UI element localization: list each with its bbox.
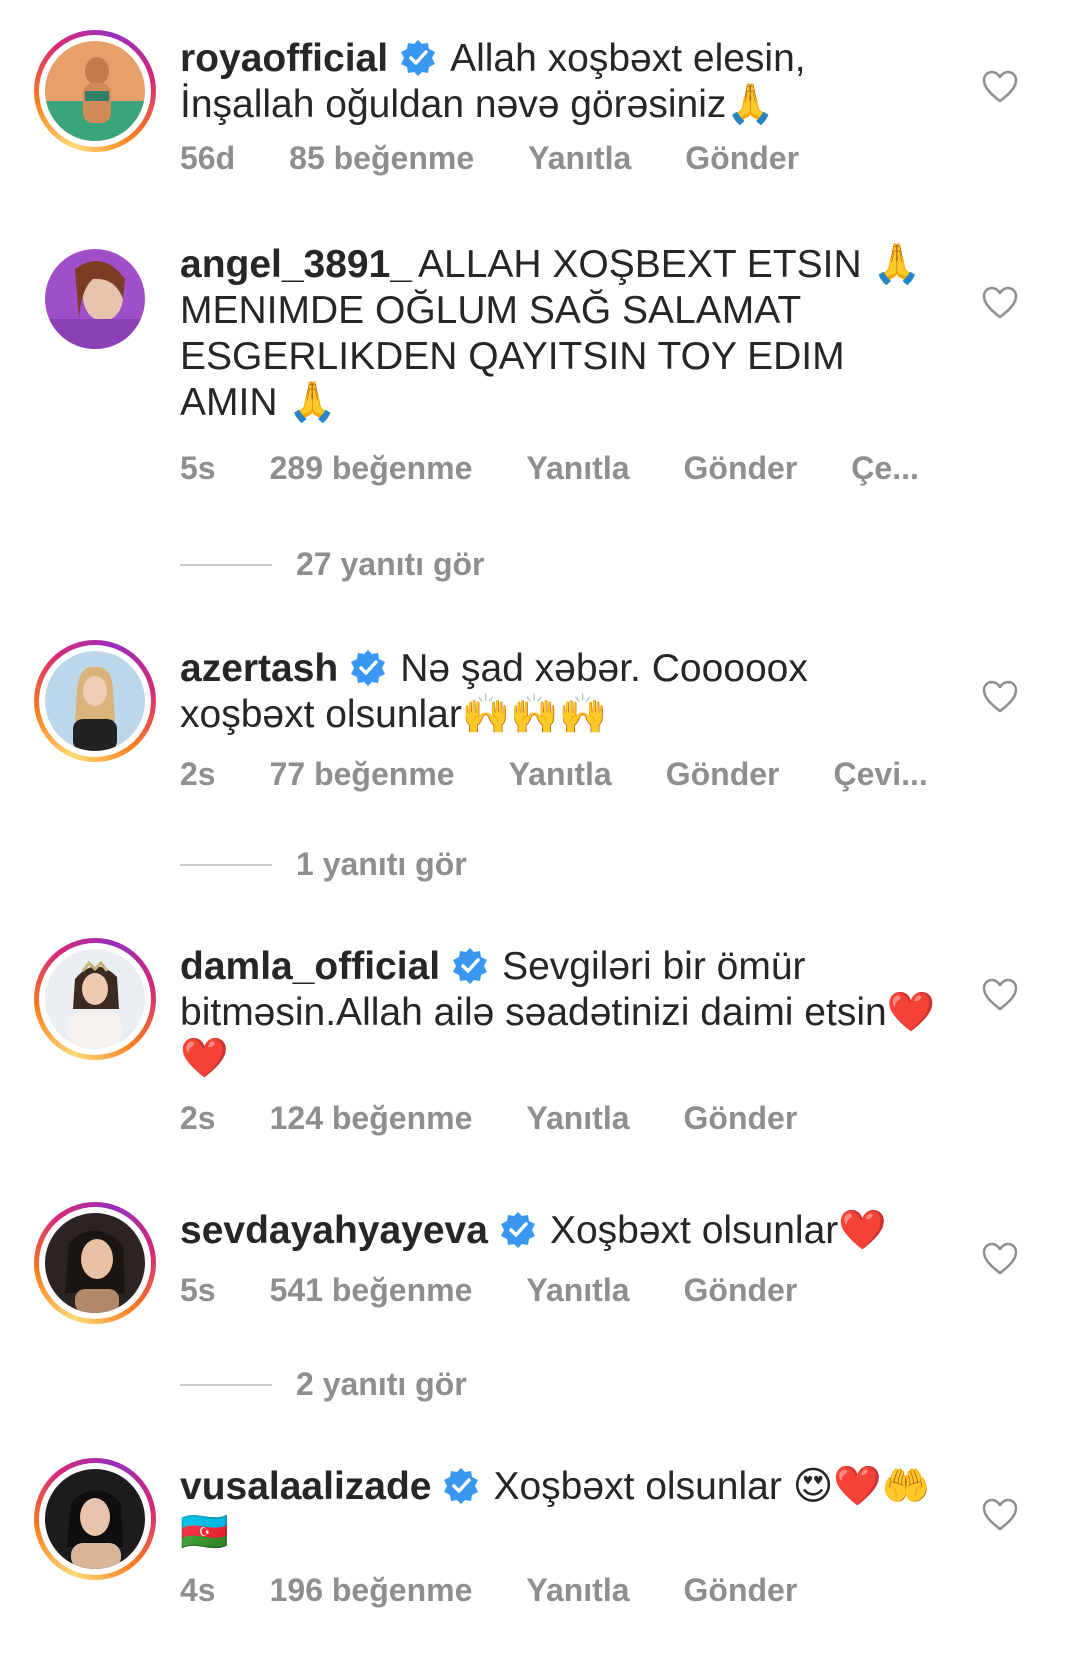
reply-button[interactable]: Yanıtla [526,450,629,486]
likes-count[interactable]: 77 beğenme [270,756,455,792]
avatar[interactable] [34,1458,156,1580]
avatar[interactable] [34,1202,156,1324]
verified-badge-icon [450,946,490,986]
reply-button[interactable]: Yanıtla [526,1572,629,1608]
comment-time: 5s [180,1272,216,1308]
reply-button[interactable]: Yanıtla [509,756,612,792]
send-button[interactable]: Gönder [684,1272,798,1308]
username[interactable]: sevdayahyayeva [180,1209,488,1252]
verified-badge-icon [348,648,388,688]
username[interactable]: damla_official [180,945,440,988]
translate-button[interactable]: Çe... [851,450,919,486]
comment-body: Xoşbəxt olsunlar❤️ [549,1209,887,1252]
heart-outline-icon[interactable] [982,680,1018,714]
comment-text-block: azertash Nə şad xəbər. Cooooox xoşbəxt ol… [180,646,950,738]
comment-text-block: angel_3891_ ALLAH XOŞBEXT ETSIN 🙏 MENIMDE… [180,242,950,426]
comment-time: 4s [180,1572,216,1608]
comment-text-block: sevdayahyayeva Xoşbəxt olsunlar❤️ [180,1208,950,1254]
heart-outline-icon[interactable] [982,70,1018,104]
comment-meta: 56d 85 beğenme Yanıtla Gönder [180,140,853,177]
view-replies-label[interactable]: 1 yanıtı gör [296,846,467,883]
comment-meta: 5s 289 beğenme Yanıtla Gönder Çe... [180,450,973,487]
heart-outline-icon[interactable] [982,286,1018,320]
send-button[interactable]: Gönder [684,1572,798,1608]
heart-outline-icon[interactable] [982,1242,1018,1276]
send-button[interactable]: Gönder [684,1100,798,1136]
username[interactable]: azertash [180,647,338,690]
send-button[interactable]: Gönder [684,450,798,486]
avatar[interactable] [34,640,156,762]
view-replies-button[interactable]: 27 yanıtı gör [180,546,485,583]
reply-button[interactable]: Yanıtla [528,140,631,176]
comment-meta: 2s 77 beğenme Yanıtla Gönder Çevi... [180,756,982,793]
replies-divider [180,1383,272,1386]
heart-outline-icon[interactable] [982,978,1018,1012]
comment-text-block: royaofficial Allah xoşbəxt elesin, İnşall… [180,36,950,128]
likes-count[interactable]: 289 beğenme [270,450,473,486]
send-button[interactable]: Gönder [685,140,799,176]
username[interactable]: vusalaalizade [180,1465,431,1508]
comment-time: 56d [180,140,236,176]
comment-meta: 2s 124 beğenme Yanıtla Gönder [180,1100,851,1137]
verified-badge-icon [441,1466,481,1506]
comment-time: 2s [180,756,216,792]
likes-count[interactable]: 124 beğenme [270,1100,473,1136]
likes-count[interactable]: 85 beğenme [289,140,474,176]
username[interactable]: angel_3891_ [180,243,412,286]
replies-divider [180,563,272,566]
comment-text-block: damla_official Sevgiləri bir ömür bitməsi… [180,944,950,1082]
avatar[interactable] [34,938,156,1060]
comment-meta: 5s 541 beğenme Yanıtla Gönder [180,1272,851,1309]
reply-button[interactable]: Yanıtla [526,1272,629,1308]
reply-button[interactable]: Yanıtla [526,1100,629,1136]
view-replies-label[interactable]: 27 yanıtı gör [296,546,485,583]
view-replies-button[interactable]: 2 yanıtı gör [180,1366,467,1403]
comment-time: 2s [180,1100,216,1136]
username[interactable]: royaofficial [180,37,388,80]
send-button[interactable]: Gönder [666,756,780,792]
verified-badge-icon [398,38,438,78]
replies-divider [180,863,272,866]
comment-time: 5s [180,450,216,486]
comment-text-block: vusalaalizade Xoşbəxt olsunlar 😍❤️🤲 🇦🇿 [180,1464,950,1556]
avatar[interactable] [34,30,156,152]
heart-outline-icon[interactable] [982,1498,1018,1532]
view-replies-button[interactable]: 1 yanıtı gör [180,846,467,883]
likes-count[interactable]: 541 beğenme [270,1272,473,1308]
view-replies-label[interactable]: 2 yanıtı gör [296,1366,467,1403]
likes-count[interactable]: 196 beğenme [270,1572,473,1608]
translate-button[interactable]: Çevi... [834,756,928,792]
comment-meta: 4s 196 beğenme Yanıtla Gönder [180,1572,851,1609]
avatar[interactable] [34,238,156,360]
verified-badge-icon [498,1210,538,1250]
